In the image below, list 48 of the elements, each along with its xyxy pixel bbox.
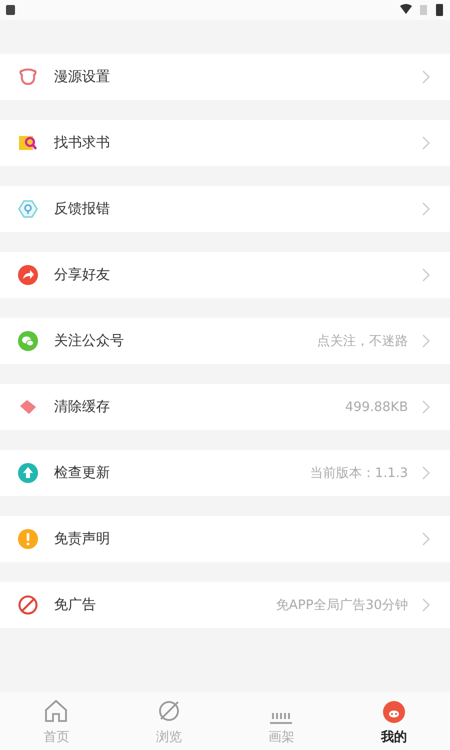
menu-label: 免广告 [54,596,97,614]
chevron-right-icon [422,400,430,414]
chevron-right-icon [422,268,430,282]
chat-bubbles-icon [18,331,38,351]
menu-label: 反馈报错 [54,200,111,218]
menu-label: 免责声明 [54,530,111,548]
bear-icon [18,67,38,87]
tab[interactable]: 我的 [338,692,450,750]
menu-label: 检查更新 [54,464,111,482]
warning-icon [18,529,38,549]
menu-label: 漫源设置 [54,68,111,86]
chevron-right-icon [422,598,430,612]
menu-item[interactable]: 关注公众号 点关注，不迷路 [0,318,450,364]
menu-item[interactable]: 反馈报错 [0,186,450,232]
tab-label: 我的 [380,729,407,746]
home-icon [43,698,70,724]
menu-label: 关注公众号 [54,332,125,350]
menu-label: 分享好友 [54,266,111,284]
menu-value: 当前版本：1.1.3 [310,465,408,482]
tab-label: 画架 [268,729,294,746]
chevron-right-icon [422,202,430,216]
menu-item[interactable]: 漫源设置 [0,54,450,100]
menu-value: 免APP全局广告30分钟 [276,597,408,614]
chevron-right-icon [422,136,430,150]
pig-icon [380,698,407,724]
no-ads-icon [18,595,38,615]
menu-item[interactable]: 免广告 免APP全局广告30分钟 [0,582,450,628]
tab-label: 首页 [43,729,70,746]
chevron-right-icon [422,334,430,348]
menu-value: 点关注，不迷路 [317,333,408,350]
menu-item[interactable]: 找书求书 [0,120,450,166]
location-pin-icon [18,199,38,219]
menu-item[interactable]: 清除缓存 499.88KB [0,384,450,430]
shelf-icon [270,712,292,724]
chevron-right-icon [422,70,430,84]
menu-label: 清除缓存 [54,398,111,416]
share-icon [18,265,38,285]
chevron-right-icon [422,532,430,546]
status-icons-drawing [400,4,444,16]
menu-label: 找书求书 [54,134,111,152]
menu-item[interactable]: 检查更新 当前版本：1.1.3 [0,450,450,496]
menu-item[interactable]: 分享好友 [0,252,450,298]
upload-icon [18,463,38,483]
book-search-icon [18,133,38,153]
tab-label: 浏览 [156,729,182,746]
menu-item[interactable]: 免责声明 [0,516,450,562]
chevron-right-icon [422,466,430,480]
menu-value: 499.88KB [345,400,408,414]
